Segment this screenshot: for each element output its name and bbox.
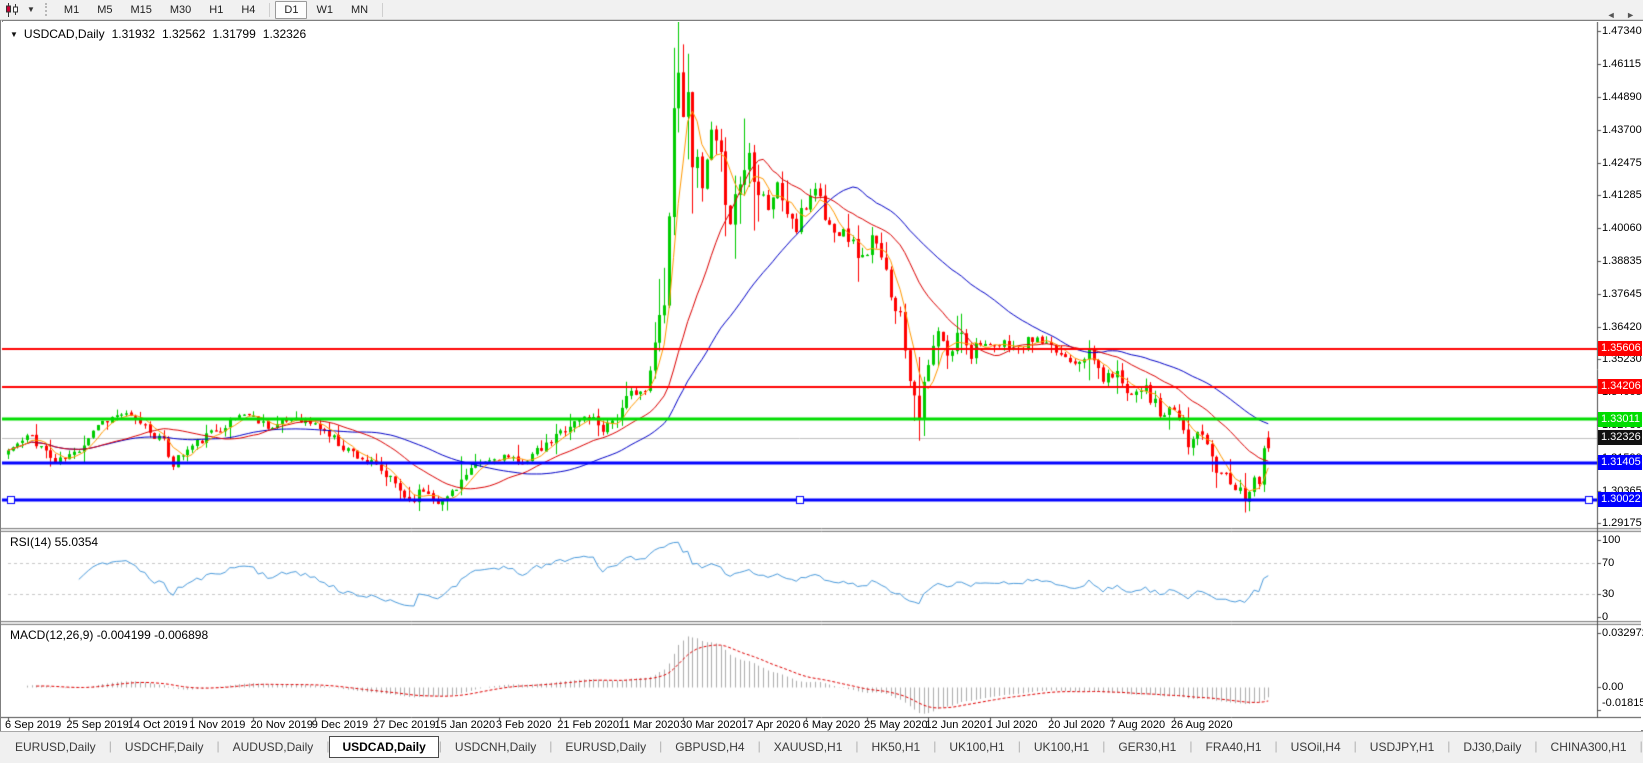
chart-tab-CHINA300,H1[interactable]: CHINA300,H1 [1538,736,1640,758]
rsi-axis-tick: 70 [1602,557,1615,570]
date-axis-label: 21 Feb 2020 [557,719,620,731]
chart-symbol: USDCAD,Daily [23,27,105,41]
chart-tab-GER30,H1[interactable]: GER30,H1 [1105,736,1189,758]
collapse-icon[interactable]: ▼ [10,30,18,39]
price-axis-tick: 1.47340 [1602,25,1642,37]
chart-tab-EURUSD,Daily[interactable]: EURUSD,Daily [2,736,109,758]
ohlc-close: 1.32326 [262,27,307,41]
timeframe-button-H4[interactable]: H4 [232,1,264,19]
level-price-label-1.31405: 1.31405 [1598,455,1642,471]
date-axis-label: 6 May 2020 [802,719,861,731]
chart-tab-EURUSD,Daily[interactable]: EURUSD,Daily [552,736,659,758]
toolbar-separator [382,2,384,17]
chart-tabs: EURUSD,Daily | USDCHF,Daily | AUDUSD,Daily | U… [2,736,1643,758]
chart-tab-AUDUSD,Daily[interactable]: AUDUSD,Daily [220,736,327,758]
rsi-axis-tick: 30 [1602,587,1615,600]
timeframe-button-D1[interactable]: D1 [275,0,308,19]
level-price-label-1.34206: 1.34206 [1598,379,1642,395]
ohlc-high: 1.32562 [162,27,206,41]
chart-tab-GBPUSD,H4[interactable]: GBPUSD,H4 [662,736,757,758]
chart-tab-UK100,H1[interactable]: UK100,H1 [1021,736,1102,758]
price-axis-tick: 1.42475 [1602,156,1642,169]
chart-tab-USDJPY,H1[interactable]: USDJPY,H1 [1357,736,1447,758]
toolbar-separator [269,2,271,17]
price-axis-tick: 1.38835 [1602,255,1642,268]
macd-pane-label: MACD(12,26,9) -0.004199 -0.006898 [10,628,209,642]
level-price-label-1.33011: 1.33011 [1598,411,1642,427]
chart-tab-FRA40,H1[interactable]: FRA40,H1 [1192,736,1274,758]
candlestick-icon [6,2,18,17]
price-axis-tick: 1.41285 [1602,188,1642,201]
date-axis-label: 20 Jul 2020 [1048,719,1105,731]
toolbar-grip[interactable] [44,3,47,16]
chart-tab-USOil,H4[interactable]: USOil,H4 [1278,736,1354,758]
date-axis-label: 25 May 2020 [864,719,928,731]
chart-tab-UK100,H1[interactable]: UK100,H1 [936,736,1017,758]
timeframe-button-MN[interactable]: MN [342,1,377,19]
level-price-label-1.30022: 1.30022 [1598,492,1642,508]
rsi-axis-tick: 0 [1602,611,1609,623]
price-axis-tick: 1.29175 [1602,516,1642,529]
date-axis-label: 7 Aug 2020 [1109,719,1166,731]
chart-tab-DJ30,Daily[interactable]: DJ30,Daily [1450,736,1534,758]
date-axis-label: 26 Aug 2020 [1170,719,1233,731]
chart-tab-HK50,H1[interactable]: HK50,H1 [859,736,934,758]
rsi-axis-tick: 100 [1602,534,1621,546]
rsi-pane-label: RSI(14) 55.0354 [10,535,99,549]
date-axis-label: 17 Apr 2020 [741,719,801,731]
macd-axis-tick: 0.00 [1602,681,1624,693]
chart-tab-XAUUSD,H1[interactable]: XAUUSD,H1 [761,736,856,758]
date-axis-label: 14 Oct 2019 [127,719,188,731]
timeframe-button-H1[interactable]: H1 [200,1,232,19]
price-axis-tick: 1.44890 [1602,91,1642,104]
timeframe-toolbar: ▼ M1 M5 M15 M30 H1 H4 D1 W1 MN [0,0,1643,20]
date-axis-label: 25 Sep 2019 [66,719,129,731]
chart-tab-bar: EURUSD,Daily | USDCHF,Daily | AUDUSD,Daily | U… [0,731,1643,763]
date-axis-label: 30 Mar 2020 [679,719,742,731]
timeframe-button-M15[interactable]: M15 [121,1,160,19]
chart-canvas[interactable] [1,22,1641,731]
current-price-label: 1.32326 [1598,430,1642,446]
chart-title: ▼ USDCAD,Daily 1.31932 1.32562 1.31799 1… [10,27,306,41]
price-axis-tick: 1.40060 [1602,222,1642,235]
timeframe-button-M30[interactable]: M30 [161,1,200,19]
date-axis-label: 11 Mar 2020 [618,719,680,731]
timeframe-button-M1[interactable]: M1 [55,1,88,19]
timeframe-buttons: M1 M5 M15 M30 H1 H4 D1 W1 MN [55,0,388,19]
ohlc-open: 1.31932 [111,27,155,41]
mt4-terminal: ▼ M1 M5 M15 M30 H1 H4 D1 W1 MN ▼ USDCAD,Daily 1.… [0,0,1643,763]
date-axis-label: 1 Nov 2019 [189,719,246,731]
chart-tab-USDCNH,Daily[interactable]: USDCNH,Daily [442,736,549,758]
level-price-label-1.35606: 1.35606 [1598,341,1642,357]
date-axis-label: 27 Dec 2019 [373,719,436,731]
date-axis-label: 12 Jun 2020 [925,719,986,731]
tab-scroll-arrows[interactable]: ◄ ► [1607,10,1639,20]
price-axis-tick: 1.46115 [1602,58,1641,71]
price-axis-tick: 1.43700 [1602,123,1642,136]
date-axis-label: 9 Dec 2019 [311,719,369,731]
chart-tab-USDCHF,Daily[interactable]: USDCHF,Daily [112,736,217,758]
price-axis-tick: 1.36420 [1602,320,1642,333]
timeframe-button-M5[interactable]: M5 [88,1,121,19]
chart-tool-icon[interactable] [3,2,21,18]
date-axis-label: 1 Jul 2020 [986,719,1038,731]
date-axis-label: 20 Nov 2019 [250,719,313,731]
chart-tab-USDCAD,Daily[interactable]: USDCAD,Daily [329,736,439,758]
timeframe-button-W1[interactable]: W1 [307,1,342,19]
date-axis-label: 3 Feb 2020 [495,719,552,731]
macd-axis-tick: -0.018154 [1602,697,1643,709]
ohlc-low: 1.31799 [212,27,256,41]
chart-tool-dropdown-caret[interactable]: ▼ [23,5,39,14]
date-axis-label: 6 Sep 2019 [5,719,62,731]
macd-axis-tick: 0.032972 [1602,627,1643,639]
price-axis-tick: 1.37645 [1602,287,1642,300]
date-axis-label: 15 Jan 2020 [434,719,496,731]
